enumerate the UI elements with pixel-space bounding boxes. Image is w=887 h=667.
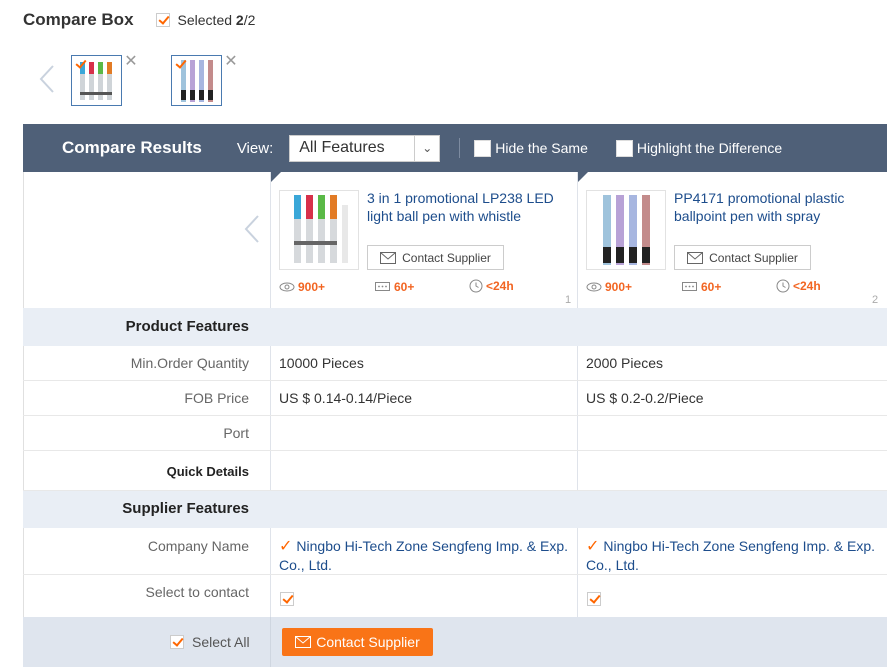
selected-count: 2 [235, 12, 244, 28]
views-stat: 900+ [279, 280, 325, 294]
supplier-features-section: Supplier Features [23, 491, 887, 528]
row-label: FOB Price [184, 390, 249, 406]
selected-total: /2 [243, 12, 256, 28]
views-count: 900+ [298, 280, 326, 294]
clock-icon [469, 279, 483, 293]
select-contact-checkbox[interactable] [587, 592, 601, 606]
thumb-check-icon [174, 58, 184, 68]
highlight-diff-option[interactable]: Highlight the Difference [615, 139, 783, 157]
section-title: Supplier Features [122, 500, 249, 517]
selected-label: Selected [177, 12, 233, 28]
fob-value: US $ 0.2-0.2/Piece [586, 390, 704, 406]
contact-supplier-button[interactable]: Contact Supplier [367, 245, 504, 270]
view-select-value: All Features [299, 139, 385, 156]
clock-icon [776, 279, 790, 293]
compare-box-title: Compare Box [23, 10, 134, 29]
product-name-link[interactable]: PP4171 promotional plastic ballpoint pen… [674, 189, 874, 225]
views-stat: 900+ [586, 280, 632, 294]
compare-box-header: Compare Box Selected 2/2 [23, 9, 255, 31]
eye-icon [586, 282, 602, 292]
selected-indicator: Selected 2/2 [155, 12, 256, 28]
envelope-icon [380, 251, 397, 264]
messages-count: 60+ [394, 280, 415, 294]
response-stat: <24h [469, 279, 514, 293]
chevron-down-icon: ⌄ [414, 135, 439, 161]
contact-supplier-label: Contact Supplier [402, 250, 491, 265]
contact-supplier-label: Contact Supplier [709, 250, 798, 265]
chat-icon [682, 281, 697, 291]
fob-value: US $ 0.14-0.14/Piece [279, 390, 413, 406]
company-name: Ningbo Hi-Tech Zone Sengfeng Imp. & Exp.… [586, 538, 875, 573]
view-select[interactable]: All Features ⌄ [289, 134, 441, 162]
company-cell: ✓ Ningbo Hi-Tech Zone Sengfeng Imp. & Exp… [586, 537, 878, 574]
company-name: Ningbo Hi-Tech Zone Sengfeng Imp. & Exp.… [279, 538, 568, 573]
company-cell: ✓ Ningbo Hi-Tech Zone Sengfeng Imp. & Exp… [279, 537, 571, 574]
table-row: Quick Details [23, 451, 887, 491]
compare-thumb-1[interactable] [71, 55, 122, 106]
section-title: Product Features [125, 318, 249, 335]
views-count: 900+ [605, 280, 633, 294]
envelope-icon [295, 636, 312, 648]
product-name-link[interactable]: 3 in 1 promotional LP238 LED light ball … [367, 189, 567, 225]
selected-checkbox[interactable] [155, 13, 170, 27]
table-row: Select to contact [23, 575, 887, 617]
messages-count: 60+ [701, 280, 722, 294]
compare-results-bar: Compare Results View: All Features ⌄ Hid… [23, 124, 887, 172]
product-features-section: Product Features [23, 308, 887, 346]
hide-same-label: Hide the Same [495, 140, 588, 156]
close-icon[interactable]: ✕ [224, 54, 238, 70]
compare-thumb-2[interactable] [171, 55, 222, 106]
eye-icon [279, 282, 295, 292]
view-label: View: [236, 139, 274, 157]
row-label: Select to contact [145, 584, 249, 600]
verified-check-icon: ✓ [586, 538, 600, 555]
company-link[interactable]: ✓ Ningbo Hi-Tech Zone Sengfeng Imp. & Exp… [279, 538, 568, 573]
row-label: Port [223, 425, 249, 441]
moq-value: 10000 Pieces [279, 355, 364, 371]
company-link[interactable]: ✓ Ningbo Hi-Tech Zone Sengfeng Imp. & Exp… [586, 538, 875, 573]
corner-mark-icon [578, 172, 588, 182]
select-all-label: Select All [192, 634, 250, 650]
verified-check-icon: ✓ [279, 538, 293, 555]
divider [270, 617, 271, 667]
contact-supplier-button[interactable]: Contact Supplier [674, 245, 811, 270]
response-stat: <24h [776, 279, 821, 293]
response-time: <24h [793, 279, 821, 293]
table-row: Company Name ✓ Ningbo Hi-Tech Zone Sengfe… [23, 528, 887, 575]
highlight-diff-checkbox[interactable] [615, 139, 633, 157]
product-image[interactable] [586, 190, 666, 270]
table-row: Min.Order Quantity 10000 Pieces 2000 Pie… [23, 346, 887, 381]
envelope-icon [687, 251, 704, 264]
product-header-row: 3 in 1 promotional LP238 LED light ball … [23, 172, 887, 308]
table-row: Port [23, 416, 887, 451]
hide-same-option[interactable]: Hide the Same [474, 139, 588, 157]
product-image[interactable] [279, 190, 359, 270]
row-label: Min.Order Quantity [130, 355, 249, 371]
highlight-diff-label: Highlight the Difference [636, 140, 783, 156]
column-number: 2 [872, 294, 879, 306]
bottom-action-bar: Select All Contact Supplier [23, 617, 887, 667]
column-number: 1 [565, 294, 572, 306]
select-contact-checkbox[interactable] [280, 592, 294, 606]
messages-stat: 60+ [682, 280, 721, 294]
select-all-option[interactable]: Select All [170, 634, 250, 650]
chevron-left-icon[interactable] [38, 64, 56, 94]
chevron-left-icon[interactable] [243, 214, 261, 244]
corner-mark-icon [271, 172, 281, 182]
close-icon[interactable]: ✕ [124, 54, 138, 70]
compare-results-title: Compare Results [62, 138, 202, 157]
response-time: <24h [486, 279, 514, 293]
moq-value: 2000 Pieces [586, 355, 664, 371]
chat-icon [375, 281, 390, 291]
row-label[interactable]: Quick Details [23, 464, 249, 479]
divider [459, 138, 461, 158]
contact-supplier-label: Contact Supplier [316, 634, 420, 650]
table-row: FOB Price US $ 0.14-0.14/Piece US $ 0.2-… [23, 381, 887, 416]
select-all-checkbox[interactable] [170, 635, 184, 649]
row-label: Company Name [147, 538, 249, 554]
hide-same-checkbox[interactable] [474, 139, 492, 157]
messages-stat: 60+ [375, 280, 414, 294]
thumb-check-icon [74, 58, 84, 68]
contact-supplier-button[interactable]: Contact Supplier [282, 628, 433, 656]
